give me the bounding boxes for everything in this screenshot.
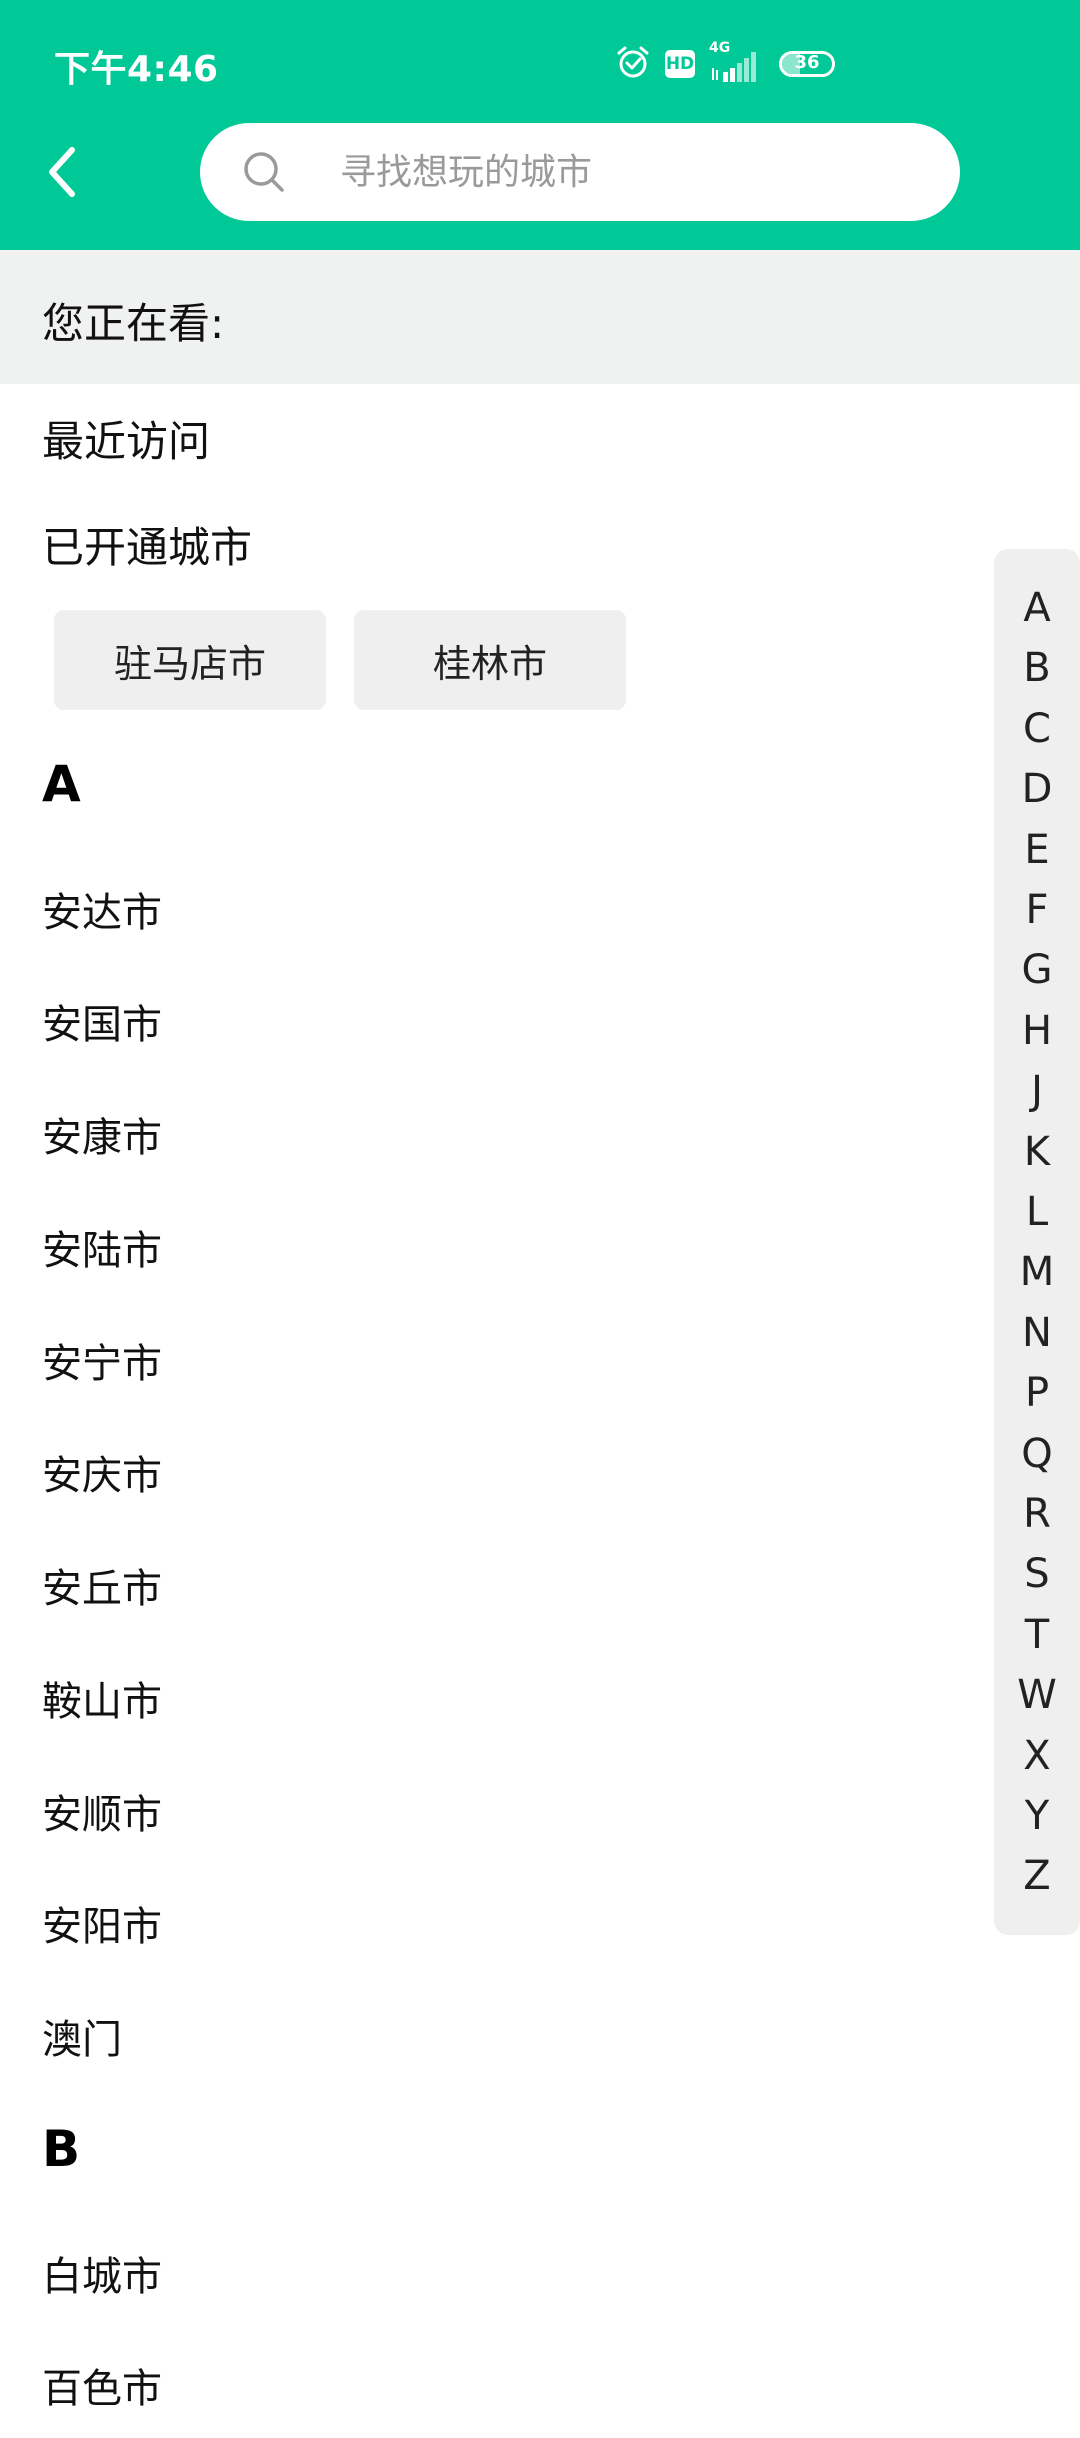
city-name: 安丘市 <box>42 1566 162 1612</box>
chevron-left-icon <box>42 142 82 206</box>
city-name: 安宁市 <box>42 1341 162 1387</box>
city-list-item[interactable]: 白城市 <box>0 2214 980 2326</box>
back-button[interactable] <box>30 134 94 214</box>
search-box[interactable] <box>200 123 960 221</box>
index-letter-x[interactable]: X <box>994 1731 1080 1781</box>
index-letter-w[interactable]: W <box>994 1670 1080 1720</box>
index-letter-s[interactable]: S <box>994 1549 1080 1599</box>
status-icons: HD 4G 36 <box>615 40 835 86</box>
city-list-item[interactable]: 澳门 <box>0 1977 980 2089</box>
search-input[interactable] <box>340 123 920 221</box>
status-time: 下午4:46 <box>54 49 219 90</box>
city-name: 安陆市 <box>42 1228 162 1274</box>
index-letter-j[interactable]: J <box>994 1066 1080 1116</box>
index-letter-a[interactable]: A <box>994 583 1080 633</box>
index-letter-d[interactable]: D <box>994 764 1080 814</box>
city-list-item[interactable]: 安达市 <box>0 850 980 962</box>
index-letter-r[interactable]: R <box>994 1489 1080 1539</box>
opened-city-chip[interactable]: 桂林市 <box>354 610 626 710</box>
city-list-item[interactable]: 安国市 <box>0 962 980 1074</box>
city-name: 安阳市 <box>42 1904 162 1950</box>
search-icon <box>242 150 286 194</box>
index-letter-p[interactable]: P <box>994 1368 1080 1418</box>
city-list-item[interactable]: 安康市 <box>0 1075 980 1187</box>
city-list-item[interactable]: 百色市 <box>0 2326 980 2438</box>
battery-level: 36 <box>794 52 820 73</box>
city-name: 安顺市 <box>42 1792 162 1838</box>
signal-icon: 4G <box>709 40 765 84</box>
current-viewing-label: 您正在看: <box>42 299 225 348</box>
city-list-item[interactable]: 安阳市 <box>0 1864 980 1976</box>
city-list-item[interactable]: 安庆市 <box>0 1413 980 1525</box>
index-letter-m[interactable]: M <box>994 1247 1080 1297</box>
city-name: 白城市 <box>42 2254 162 2300</box>
city-list-item[interactable]: 安陆市 <box>0 1188 980 1300</box>
index-letter-e[interactable]: E <box>994 825 1080 875</box>
index-letter-b[interactable]: B <box>994 643 1080 693</box>
city-name: 澳门 <box>42 2017 122 2063</box>
hd-icon: HD <box>665 50 695 78</box>
index-letter-g[interactable]: G <box>994 945 1080 995</box>
alphabet-index-bar[interactable]: ABCDEFGHJKLMNPQRSTWXYZ <box>994 549 1080 1935</box>
index-letter-h[interactable]: H <box>994 1006 1080 1056</box>
app-header: 下午4:46 HD 4G 36 <box>0 0 1080 250</box>
city-name: 鞍山市 <box>42 1679 162 1725</box>
index-letter-f[interactable]: F <box>994 885 1080 935</box>
index-letter-k[interactable]: K <box>994 1127 1080 1177</box>
city-name: 百色市 <box>42 2366 162 2412</box>
index-letter-c[interactable]: C <box>994 704 1080 754</box>
battery-icon: 36 <box>779 51 835 77</box>
opened-city-chip[interactable]: 驻马店市 <box>54 610 326 710</box>
index-letter-q[interactable]: Q <box>994 1429 1080 1479</box>
city-list-item[interactable]: 安顺市 <box>0 1752 980 1864</box>
group-letter-header: A <box>42 755 81 813</box>
city-list-item[interactable]: 鞍山市 <box>0 1639 980 1751</box>
index-letter-l[interactable]: L <box>994 1187 1080 1237</box>
city-name: 安庆市 <box>42 1453 162 1499</box>
city-list-item[interactable]: 安丘市 <box>0 1526 980 1638</box>
alarm-icon <box>615 44 651 84</box>
index-letter-y[interactable]: Y <box>994 1791 1080 1841</box>
index-letter-n[interactable]: N <box>994 1308 1080 1358</box>
city-list-item[interactable]: 安宁市 <box>0 1301 980 1413</box>
current-viewing-bar: 您正在看: <box>0 250 1080 384</box>
city-name: 安达市 <box>42 890 162 936</box>
city-name: 安国市 <box>42 1002 162 1048</box>
opened-cities-label: 已开通城市 <box>42 523 253 572</box>
recent-visits-label: 最近访问 <box>42 417 211 466</box>
index-letter-z[interactable]: Z <box>994 1851 1080 1901</box>
index-letter-t[interactable]: T <box>994 1610 1080 1660</box>
city-name: 安康市 <box>42 1115 162 1161</box>
group-letter-header: B <box>42 2120 81 2178</box>
